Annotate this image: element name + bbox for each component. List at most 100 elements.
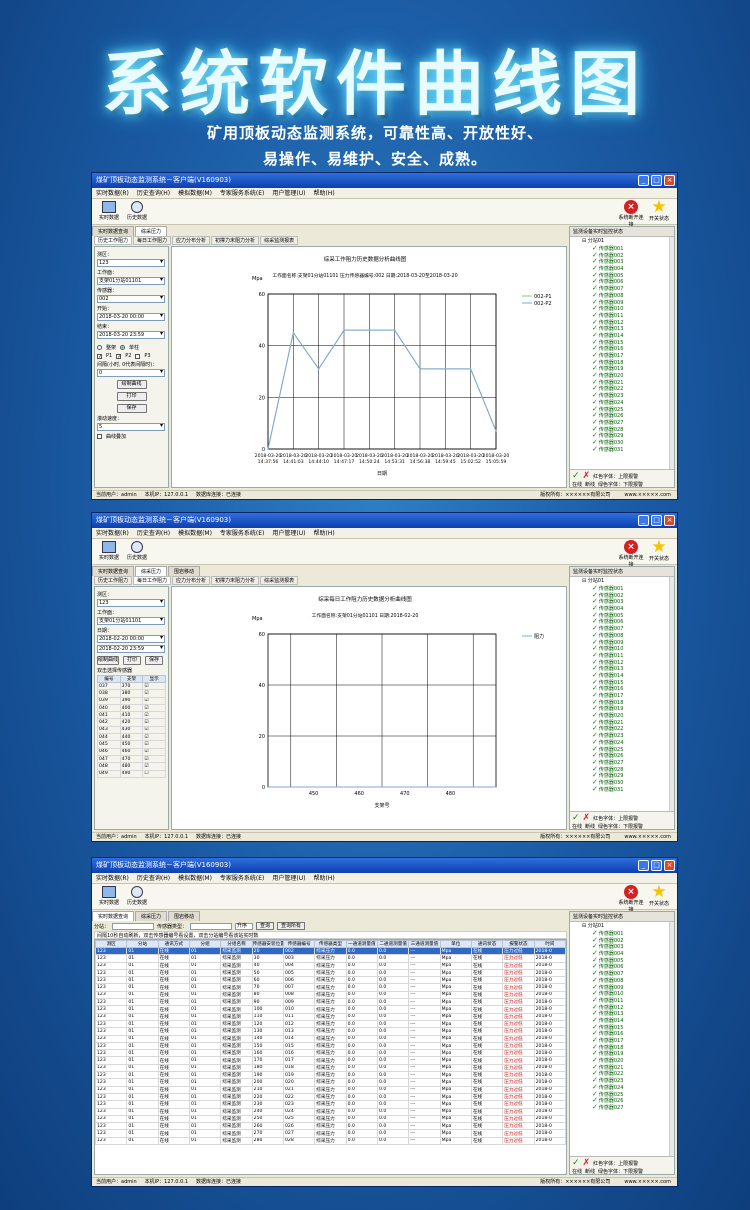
table-row[interactable]: 123 01 在线 01 综采监测 60 006 综采压力 0.0 0.0 --- Mpa 在线 压力过低… <box>95 976 566 985</box>
history-data-button[interactable]: 历史数据 <box>124 201 150 221</box>
draw-curve-button[interactable]: 绘制曲线 <box>116 380 147 389</box>
tree-sensor-item[interactable]: ✓传感器019 <box>592 1050 674 1057</box>
tree-sensor-item[interactable]: ✓传感器013 <box>592 325 674 332</box>
table-row[interactable]: 123 01 在线 01 综采监测 280 028 综采压力 0.0 0.0 --- Mpa 在线 压力过… <box>95 1136 566 1146</box>
tree-sensor-item[interactable]: ✓传感器020 <box>592 1057 674 1064</box>
table-row[interactable]: 123 01 在线 01 综采监测 80 008 综采压力 0.0 0.0 --- Mpa 在线 压力过低… <box>95 990 566 1000</box>
checkbox-p2[interactable]: ✓ <box>116 353 121 359</box>
tree-sensor-item[interactable]: ✓传感器022 <box>592 385 674 392</box>
table-header[interactable]: 传感器类型 <box>314 940 347 948</box>
tree-root-station[interactable]: ⊟ 分站01 <box>582 578 674 585</box>
query-all-button[interactable]: 查询所有 <box>277 922 306 930</box>
sensor-row[interactable]: 042 420 ☑ <box>97 718 166 727</box>
tree-sensor-item[interactable]: ✓传感器004 <box>592 605 674 612</box>
sensor-row[interactable]: 043 430 ☑ <box>97 725 166 735</box>
show-checkbox[interactable]: ☑ <box>142 733 166 742</box>
tree-scrollbar[interactable] <box>669 577 674 811</box>
tree-sensor-item[interactable]: ✓传感器023 <box>592 732 674 739</box>
realtime-data-button[interactable]: 实时数据 <box>96 541 122 561</box>
save-button[interactable]: 保存 <box>145 656 163 665</box>
table-header[interactable]: 一通道测量值 <box>345 940 378 948</box>
tree-sensor-item[interactable]: ✓传感器022 <box>592 1070 674 1077</box>
tree-sensor-item[interactable]: ✓传感器016 <box>592 1030 674 1037</box>
subtab-setting-resistance[interactable]: 初撑力末阻力分析 <box>211 236 260 245</box>
table-header[interactable]: 传感器安装位置 <box>251 940 284 948</box>
subtab-report[interactable]: 综采监测报表 <box>260 576 299 585</box>
table-row[interactable]: 123 01 在线 01 综采监测 200 020 综采压力 0.0 0.0 --- Mpa 在线 压力过… <box>95 1078 566 1087</box>
tree-sensor-item[interactable]: ✓传感器014 <box>592 1017 674 1024</box>
table-header[interactable]: 测区 <box>95 940 128 948</box>
window-titlebar[interactable]: 煤矿顶板动态监测系统－客户端(V160903) _ □ × <box>92 858 677 873</box>
tree-sensor-item[interactable]: ✓传感器010 <box>592 645 674 652</box>
table-row[interactable]: 123 01 在线 01 综采监测 150 015 综采压力 0.0 0.0 --- Mpa 在线 压力过… <box>95 1041 566 1051</box>
sensor-row[interactable]: 037 370 ☑ <box>97 681 166 691</box>
tree-sensor-item[interactable]: ✓传感器022 <box>592 725 674 732</box>
tree-sensor-item[interactable]: ✓传感器016 <box>592 685 674 692</box>
tree-sensor-item[interactable]: ✓传感器008 <box>592 292 674 299</box>
table-header[interactable]: 报警状态 <box>502 940 535 948</box>
tree-sensor-item[interactable]: ✓传感器015 <box>592 339 674 346</box>
sensor-row[interactable]: 047 470 ☑ <box>97 754 166 764</box>
menu-item-realtime[interactable]: 实时数据(R) <box>96 873 129 883</box>
menu-item-expert[interactable]: 专家服务系统(E) <box>220 188 264 198</box>
tab-support-pressure[interactable]: 综采压力 <box>135 566 168 576</box>
tree-sensor-item[interactable]: ✓传感器023 <box>592 1077 674 1084</box>
tree-sensor-item[interactable]: ✓传感器020 <box>592 712 674 719</box>
maximize-button[interactable]: □ <box>651 175 662 186</box>
subtab-stress-distribution[interactable]: 应力分布分析 <box>172 576 211 585</box>
show-checkbox[interactable]: ☑ <box>142 754 166 764</box>
tree-sensor-item[interactable]: ✓传感器007 <box>592 285 674 292</box>
table-row[interactable]: 123 01 在线 01 综采监测 30 003 综采压力 0.0 0.0 --- Mpa 在线 压力过低… <box>95 954 566 963</box>
tree-sensor-item[interactable]: ✓传感器014 <box>592 672 674 679</box>
print-button[interactable]: 打印 <box>116 392 147 401</box>
sensor-row[interactable]: 044 440 ☑ <box>97 733 166 742</box>
tree-sensor-item[interactable]: ✓传感器010 <box>592 990 674 997</box>
table-row[interactable]: 123 01 在线 01 综采监测 220 022 综采压力 0.0 0.0 --- Mpa 在线 压力过… <box>95 1092 566 1102</box>
face-select[interactable]: 支架01分站01101 <box>97 277 165 285</box>
tree-sensor-item[interactable]: ✓传感器012 <box>592 659 674 666</box>
history-data-button[interactable]: 历史数据 <box>124 541 150 561</box>
tree-sensor-item[interactable]: ✓传感器006 <box>592 278 674 285</box>
subtab-history-resistance[interactable]: 历史工作阻力 <box>94 576 133 585</box>
tree-scrollbar[interactable] <box>669 237 674 469</box>
tree-sensor-item[interactable]: ✓传感器008 <box>592 977 674 984</box>
disconnect-button[interactable]: × 系统断开连接 <box>617 885 645 913</box>
tree-sensor-item[interactable]: ✓传感器005 <box>592 612 674 619</box>
tree-sensor-item[interactable]: ✓传感器015 <box>592 1024 674 1031</box>
tree-sensor-item[interactable]: ✓传感器012 <box>592 319 674 326</box>
tree-root-station[interactable]: ⊟ 分站01 <box>582 238 674 245</box>
tree-sensor-item[interactable]: ✓传感器005 <box>592 957 674 964</box>
tab-realtime-query[interactable]: 实时数据查询 <box>92 566 135 576</box>
menu-item-history[interactable]: 历史查询(H) <box>137 873 170 883</box>
table-row[interactable]: 123 01 在线 01 综采监测 230 023 综采压力 0.0 0.0 --- Mpa 在线 压力过… <box>95 1100 566 1109</box>
sensor-select[interactable]: 002 <box>97 295 165 303</box>
subtab-setting-resistance[interactable]: 初撑力末阻力分析 <box>211 576 260 585</box>
station-select[interactable] <box>112 922 155 930</box>
switch-status-button[interactable]: ★ 开关状态 <box>645 884 673 908</box>
table-row[interactable]: 123 01 在线 01 综采监测 110 011 综采压力 0.0 0.0 --- Mpa 在线 压力过… <box>95 1012 566 1021</box>
tree-sensor-item[interactable]: ✓传感器002 <box>592 252 674 259</box>
tree-sensor-item[interactable]: ✓传感器017 <box>592 692 674 699</box>
sensor-row[interactable]: 041 410 ☑ <box>97 711 166 720</box>
show-checkbox[interactable]: ☑ <box>142 725 166 735</box>
realtime-data-button[interactable]: 实时数据 <box>96 886 122 906</box>
tree-sensor-item[interactable]: ✓传感器011 <box>592 997 674 1004</box>
radio-single[interactable] <box>120 345 126 350</box>
show-checkbox[interactable]: ☑ <box>142 689 166 698</box>
menu-item-expert[interactable]: 专家服务系统(E) <box>220 873 264 883</box>
tree-sensor-item[interactable]: ✓传感器020 <box>592 372 674 379</box>
window-titlebar[interactable]: 煤矿顶板动态监测系统－客户端(V160903) _ □ × <box>92 173 677 188</box>
tree-sensor-item[interactable]: ✓传感器010 <box>592 305 674 312</box>
tree-sensor-item[interactable]: ✓传感器009 <box>592 299 674 306</box>
start-time-input[interactable]: 2018-03-20 00:00 <box>97 313 165 321</box>
save-button[interactable]: 保存 <box>116 404 147 413</box>
tree-sensor-item[interactable]: ✓传感器002 <box>592 937 674 944</box>
subtab-daily-resistance[interactable]: 每日工作阻力 <box>133 236 172 245</box>
show-checkbox[interactable]: ☐ <box>142 769 166 778</box>
sort-select[interactable]: 升序 <box>235 922 254 930</box>
tree-sensor-item[interactable]: ✓传感器011 <box>592 652 674 659</box>
tree-sensor-item[interactable]: ✓传感器004 <box>592 950 674 957</box>
tree-sensor-item[interactable]: ✓传感器002 <box>592 592 674 599</box>
tree-sensor-item[interactable]: ✓传感器025 <box>592 1091 674 1098</box>
tree-sensor-item[interactable]: ✓传感器003 <box>592 598 674 605</box>
